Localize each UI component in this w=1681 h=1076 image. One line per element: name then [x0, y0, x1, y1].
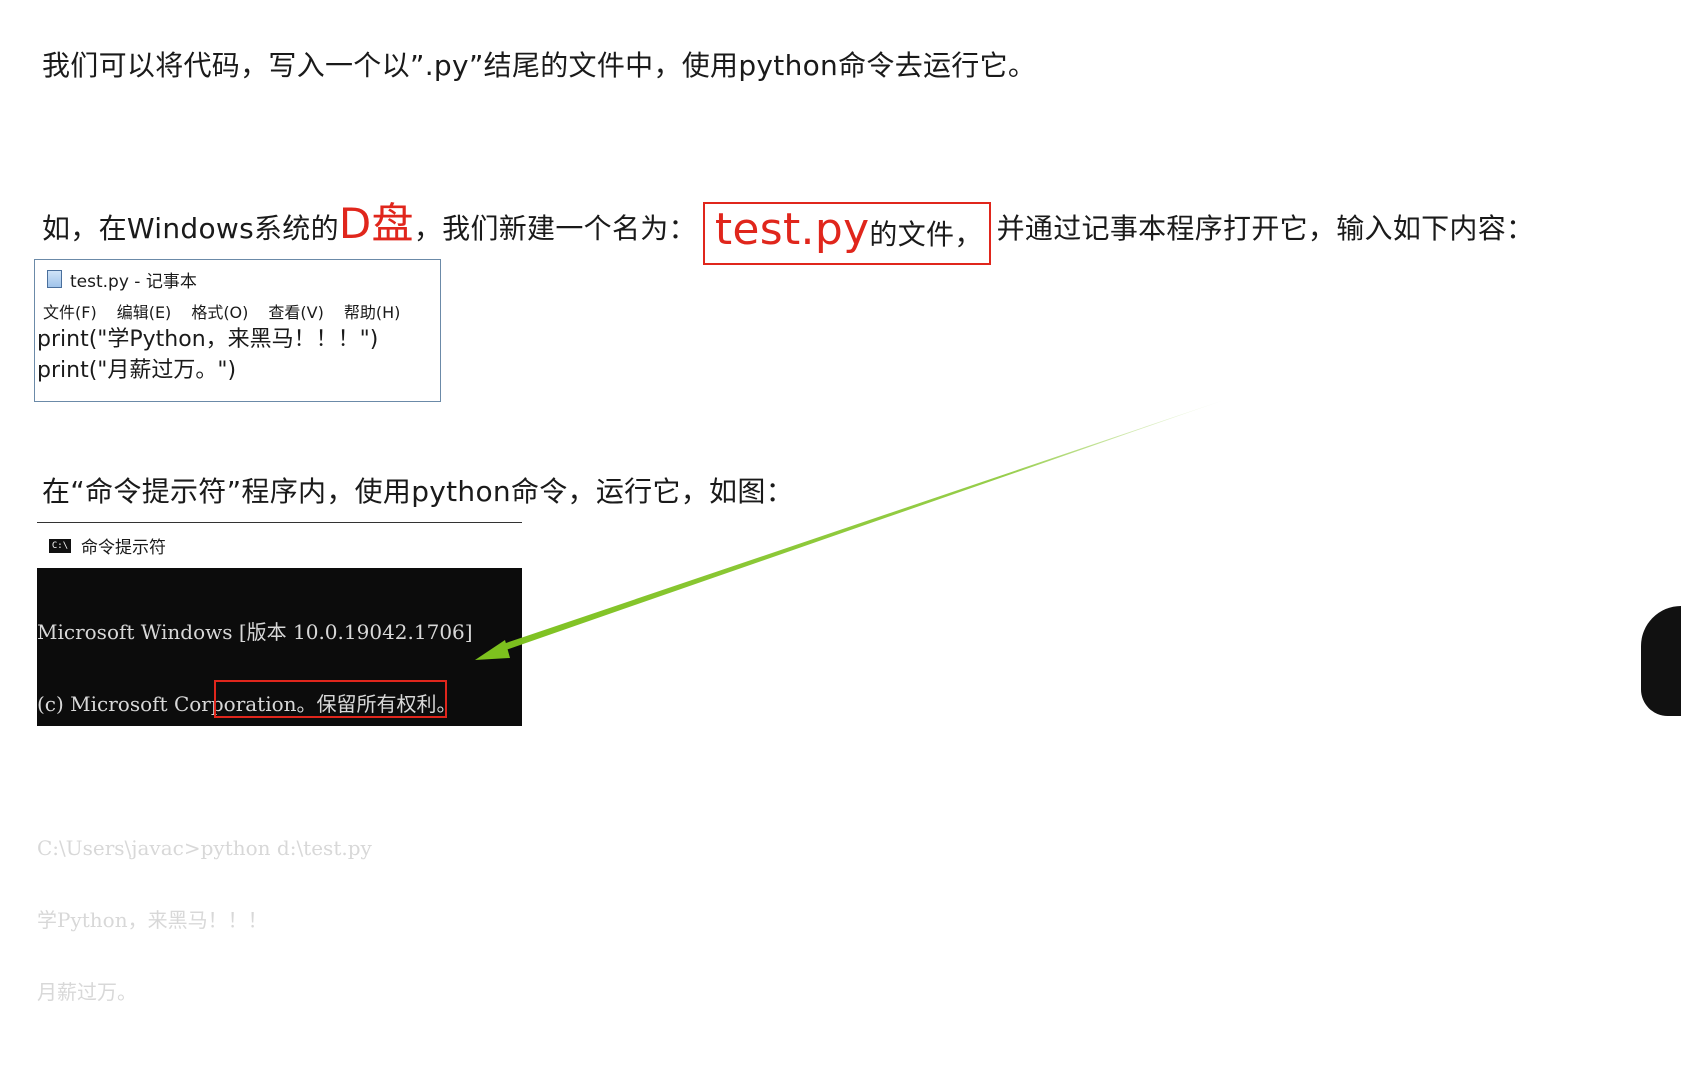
instruction-part-1: 如，在Windows系统的: [42, 212, 339, 245]
code-line: print("月薪过万。"): [37, 358, 237, 383]
notepad-title: test.py - 记事本: [70, 271, 197, 292]
mascot-avatar: [1641, 606, 1681, 716]
notepad-icon: [47, 270, 62, 288]
console-line: Microsoft Windows [版本 10.0.19042.1706]: [37, 620, 473, 644]
filename-suffix: 的文件，: [869, 218, 983, 251]
console-line: 学Python，来黑马！！！: [37, 908, 268, 932]
instruction-line: 如，在Windows系统的D盘，我们新建一个名为： test.py的文件， 并通过记…: [42, 190, 1535, 265]
filename-text: test.py: [714, 204, 870, 255]
notepad-window: test.py - 记事本 文件(F) 编辑(E) 格式(O) 查看(V) 帮助…: [34, 259, 441, 402]
notepad-menubar: 文件(F) 编辑(E) 格式(O) 查看(V) 帮助(H): [35, 298, 440, 324]
instruction-part-3: 并通过记事本程序打开它，输入如下内容：: [996, 212, 1535, 245]
menu-view[interactable]: 查看(V): [268, 299, 323, 323]
cmd-title: 命令提示符: [81, 538, 166, 558]
instruction-part-2: ，我们新建一个名为：: [413, 212, 697, 245]
menu-edit[interactable]: 编辑(E): [117, 299, 172, 323]
cmd-console[interactable]: Microsoft Windows [版本 10.0.19042.1706] (…: [37, 568, 522, 1004]
arrow-shaft: [497, 398, 1230, 652]
code-line: print("学Python，来黑马！！！"): [37, 327, 379, 352]
menu-file[interactable]: 文件(F): [43, 299, 97, 323]
cmd-caption: 在“命令提示符”程序内，使用python命令，运行它，如图：: [42, 475, 794, 508]
cmd-window: C:\ 命令提示符 Microsoft Windows [版本 10.0.190…: [37, 522, 522, 1004]
notepad-titlebar[interactable]: test.py - 记事本: [35, 260, 440, 298]
d-drive-highlight: D盘: [338, 199, 414, 248]
console-line: C:\Users\javac>python d:\test.py: [37, 836, 372, 860]
filename-highlight-box: test.py的文件，: [702, 202, 991, 265]
cmd-icon: C:\: [49, 538, 71, 553]
notepad-editor[interactable]: print("学Python，来黑马！！！") print("月薪过万。"): [35, 324, 440, 386]
cmd-titlebar[interactable]: C:\ 命令提示符: [37, 522, 522, 568]
intro-text: 我们可以将代码，写入一个以”.py”结尾的文件中，使用python命令去运行它。: [42, 49, 1037, 82]
menu-help[interactable]: 帮助(H): [344, 299, 401, 323]
menu-format[interactable]: 格式(O): [191, 299, 248, 323]
command-highlight-box: [214, 680, 447, 718]
console-line: 月薪过万。: [37, 980, 137, 1004]
